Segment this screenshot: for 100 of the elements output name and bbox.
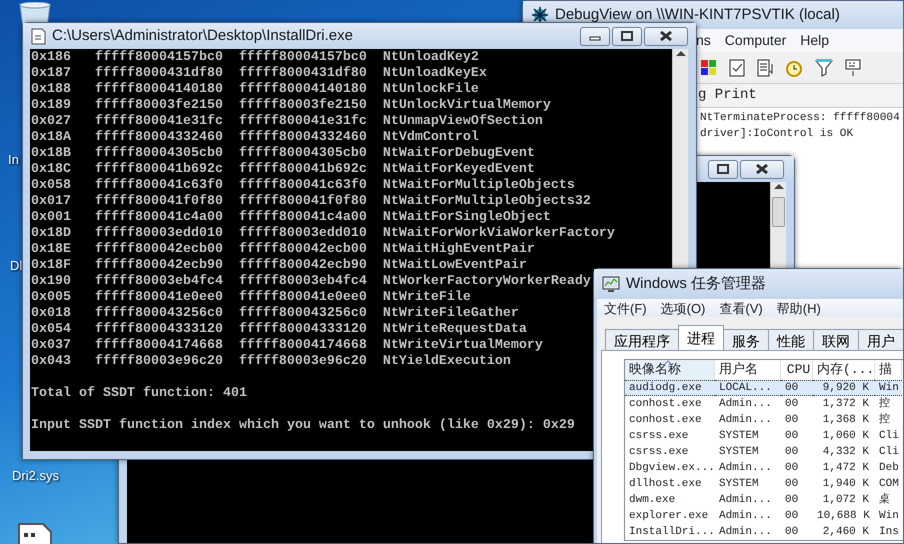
- table-cell-text: 00: [784, 525, 800, 540]
- address-cell-text: fffff80003e96c20: [94, 354, 224, 370]
- close-button[interactable]: [644, 26, 688, 46]
- maximize-button[interactable]: [612, 26, 642, 46]
- table-cell-text: 控: [878, 412, 891, 428]
- function-name-cell: NtWaitForDebugEvent: [382, 146, 535, 162]
- function-name-cell: NtWaitForMultipleObjects: [382, 178, 575, 194]
- table-cell-text: 1,072 K: [822, 493, 870, 508]
- tab[interactable]: 联网: [813, 329, 859, 350]
- address-cell-text: fffff80003eb4fc4: [238, 274, 368, 290]
- table-cell-text: Ins: [878, 525, 900, 540]
- table-cell-text: 00: [784, 477, 800, 492]
- index-cell-text: 0x186: [31, 50, 72, 66]
- windows-flag-icon[interactable]: [699, 58, 718, 77]
- menu-item[interactable]: 帮助(H): [776, 299, 821, 317]
- process-name-cell[interactable]: dllhost.exe: [625, 476, 715, 492]
- table-cell-text: Admin...: [718, 461, 773, 476]
- process-name-cell[interactable]: Dbgview.ex...: [625, 460, 715, 476]
- log-line: driver]:IoControl is OK: [700, 127, 854, 142]
- menu-item[interactable]: 文件(F): [604, 299, 647, 317]
- menu-item[interactable]: ns: [696, 30, 711, 51]
- address-cell-text: fffff800041b692c: [94, 162, 224, 178]
- index-cell-text: 0x18E: [31, 242, 72, 258]
- address-cell-text: fffff80003eb4fc4: [94, 274, 224, 290]
- table-cell-text: 桌: [878, 492, 891, 508]
- process-name-cell[interactable]: InstallDri...: [625, 524, 715, 540]
- tab[interactable]: 进程: [678, 325, 724, 350]
- table-cell-text: 1,372 K: [822, 397, 870, 412]
- console-line: Total of SSDT function: 401: [31, 386, 247, 402]
- index-cell-text: 0x017: [31, 194, 72, 210]
- function-name-cell: NtWriteFile: [382, 290, 471, 306]
- menu-item[interactable]: 查看(V): [719, 299, 763, 317]
- function-name-cell: NtUnlockFile: [382, 82, 479, 98]
- address-cell-text: fffff800041f0f80: [94, 194, 224, 210]
- table-cell-text: Cli: [878, 445, 900, 460]
- table-cell-text: 00: [784, 445, 800, 460]
- index-cell-text: 0x027: [31, 114, 72, 130]
- log-line: NtTerminateProcess: fffff80004: [700, 111, 901, 126]
- tab[interactable]: 服务: [723, 329, 769, 350]
- icon-label[interactable]: In: [8, 150, 19, 170]
- console-icon: [31, 28, 46, 44]
- address-cell-text: fffff8000431df80: [94, 66, 224, 82]
- table-cell-text: Win: [878, 509, 900, 524]
- function-name-cell: NtUnmapViewOfSection: [382, 114, 543, 130]
- function-name-cell: NtVdmControl: [382, 130, 479, 146]
- process-name-cell[interactable]: csrss.exe: [625, 444, 715, 460]
- process-name-cell[interactable]: csrss.exe: [625, 428, 715, 444]
- process-name-cell[interactable]: conhost.exe: [625, 412, 715, 428]
- index-cell-text: 0x18D: [31, 226, 72, 242]
- list-icon[interactable]: [756, 58, 774, 78]
- table-cell-text: Admin...: [718, 525, 773, 540]
- index-cell-text: 0x18F: [31, 258, 72, 274]
- minimize-button[interactable]: [580, 26, 610, 46]
- address-cell-text: fffff800041b692c: [238, 162, 368, 178]
- table-cell-text: 控: [878, 396, 891, 412]
- address-cell-text: fffff80004140180: [238, 82, 368, 98]
- menu-item[interactable]: Help: [800, 30, 830, 51]
- index-cell-text: 0x037: [31, 338, 72, 354]
- index-cell-text: 0x189: [31, 98, 72, 114]
- process-name-cell[interactable]: audiodg.exe: [625, 380, 715, 396]
- filter-icon[interactable]: [814, 58, 834, 78]
- address-cell-text: fffff800043256c0: [238, 306, 368, 322]
- index-cell-text: 0x190: [31, 274, 72, 290]
- address-cell-text: fffff80004174668: [94, 338, 224, 354]
- maximize-button[interactable]: [708, 160, 738, 178]
- address-cell-text: fffff80003fe2150: [238, 98, 368, 114]
- tab[interactable]: 性能: [768, 329, 814, 350]
- address-cell-text: fffff80004305cb0: [94, 146, 224, 162]
- table-cell-text: 4,332 K: [822, 445, 870, 460]
- address-cell-text: fffff800041c4a00: [238, 210, 368, 226]
- menu-item[interactable]: Computer: [724, 30, 786, 51]
- function-name-cell: NtYieldExecution: [382, 354, 511, 370]
- function-name-cell: NtWaitHighEventPair: [382, 242, 535, 258]
- address-cell-text: fffff800042ecb90: [238, 258, 368, 274]
- table-cell-text: SYSTEM: [718, 477, 760, 492]
- process-name-cell[interactable]: conhost.exe: [625, 396, 715, 412]
- tab[interactable]: 用户: [858, 329, 903, 350]
- tab[interactable]: 应用程序: [605, 329, 679, 350]
- close-button[interactable]: [740, 160, 784, 178]
- close-icon: [659, 31, 673, 41]
- menu-item[interactable]: 选项(O): [660, 299, 706, 317]
- address-cell-text: fffff800042ecb00: [238, 242, 368, 258]
- column-header: 映像名称: [625, 360, 715, 380]
- window-title: Windows 任务管理器: [626, 274, 766, 294]
- notepad-icon[interactable]: [728, 58, 746, 78]
- address-cell-text: fffff80004332460: [94, 130, 224, 146]
- index-cell-text: 0x18B: [31, 146, 72, 162]
- address-cell-text: fffff80004140180: [94, 82, 224, 98]
- table-cell: 9,920 K: [813, 380, 875, 396]
- scroll-thumb[interactable]: [772, 197, 785, 227]
- monitor-icon: [602, 275, 620, 293]
- function-name-cell: NtUnloadKey2: [382, 50, 479, 66]
- maximize-icon: [621, 31, 633, 41]
- keyboard-icon[interactable]: [844, 58, 862, 78]
- process-name-cell[interactable]: explorer.exe: [625, 508, 715, 524]
- table-cell-text: 10,688 K: [816, 509, 871, 524]
- process-name-cell[interactable]: dwm.exe: [625, 492, 715, 508]
- table-cell: LOCAL...: [715, 380, 781, 396]
- icon-label[interactable]: Dl: [10, 256, 22, 276]
- address-cell-text: fffff800041e31fc: [238, 114, 368, 130]
